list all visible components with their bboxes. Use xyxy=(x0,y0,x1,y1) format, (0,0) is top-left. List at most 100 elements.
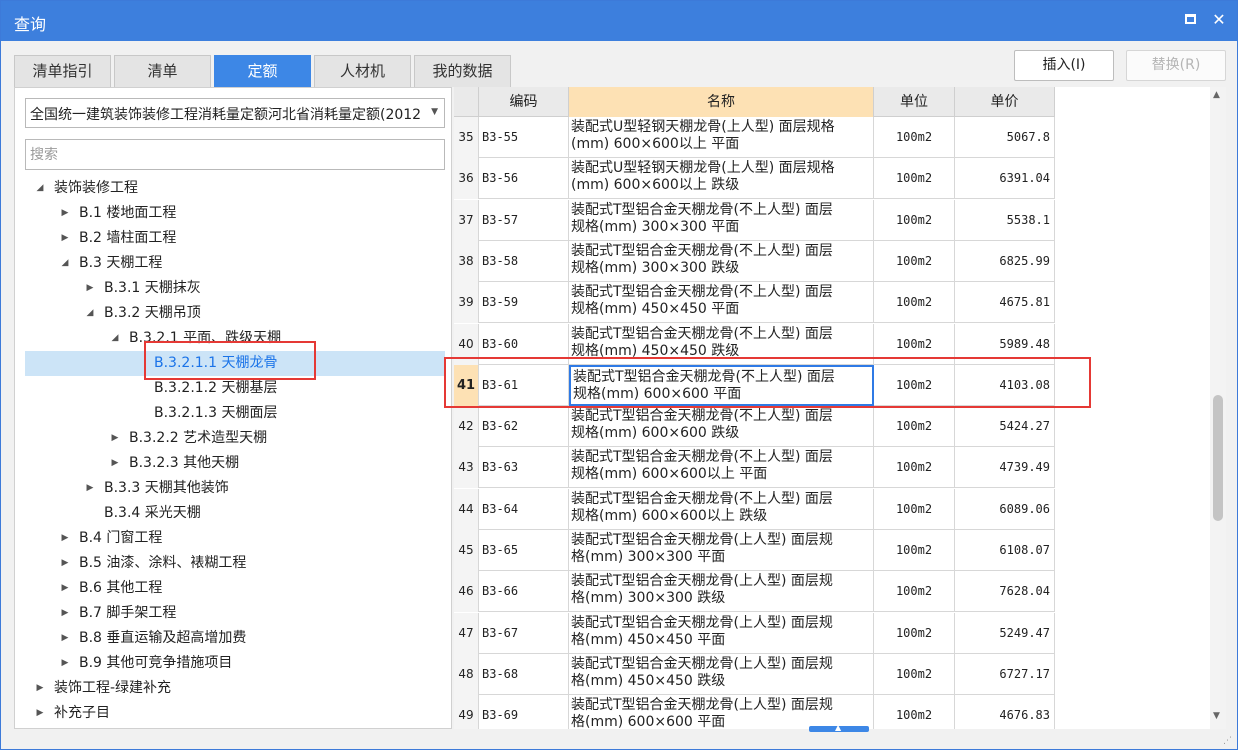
cell-code[interactable]: B3-67 xyxy=(479,612,569,654)
tree-node[interactable]: ▶ B.3.3 天棚其他装饰 xyxy=(25,476,445,501)
cell-code[interactable]: B3-59 xyxy=(479,282,569,324)
expand-arrow-icon[interactable]: ▶ xyxy=(83,476,97,501)
row-index[interactable]: 48 xyxy=(454,653,479,695)
maximize-icon[interactable] xyxy=(1179,9,1201,31)
expand-arrow-icon[interactable]: ▶ xyxy=(83,276,97,301)
cell-unit[interactable]: 100m2 xyxy=(874,406,955,448)
cell-code[interactable]: B3-62 xyxy=(479,406,569,448)
cell-unit[interactable]: 100m2 xyxy=(874,612,955,654)
table-row[interactable]: 48 B3-68 装配式T型铝合金天棚龙骨(上人型) 面层规 格(mm) 450×45… xyxy=(454,653,1055,695)
tree-node[interactable]: ▶ 补充子目 xyxy=(25,701,445,726)
cell-price[interactable]: 5424.27 xyxy=(955,406,1055,448)
tab-materials[interactable]: 人材机 xyxy=(314,55,411,87)
cell-unit[interactable]: 100m2 xyxy=(874,364,955,406)
row-index[interactable]: 40 xyxy=(454,323,479,365)
cell-name[interactable]: 装配式T型铝合金天棚龙骨(上人型) 面层规 格(mm) 600×600 平面 xyxy=(569,695,874,729)
row-index[interactable]: 39 xyxy=(454,282,479,324)
collapse-arrow-icon[interactable]: ◢ xyxy=(58,251,72,276)
cell-unit[interactable]: 100m2 xyxy=(874,653,955,695)
tab-quota[interactable]: 定额 xyxy=(214,55,311,87)
cell-unit[interactable]: 100m2 xyxy=(874,571,955,613)
vertical-scrollbar[interactable]: ▲ ▼ xyxy=(1210,87,1226,729)
cell-price[interactable]: 7628.04 xyxy=(955,571,1055,613)
table-row[interactable]: 46 B3-66 装配式T型铝合金天棚龙骨(上人型) 面层规 格(mm) 300×30… xyxy=(454,571,1055,613)
expand-arrow-icon[interactable]: ▶ xyxy=(108,451,122,476)
cell-name[interactable]: 装配式T型铝合金天棚龙骨(上人型) 面层规 格(mm) 450×450 跌级 xyxy=(569,653,874,695)
row-index[interactable]: 41 xyxy=(454,364,479,406)
row-index[interactable]: 35 xyxy=(454,117,479,158)
row-index[interactable]: 37 xyxy=(454,199,479,241)
tree-node[interactable]: B.3.4 采光天棚 xyxy=(25,501,445,526)
cell-unit[interactable]: 100m2 xyxy=(874,282,955,324)
scroll-up-icon[interactable]: ▲ xyxy=(1213,90,1220,100)
tree-node[interactable]: ▶ 装饰工程-绿建补充 xyxy=(25,676,445,701)
tree-node[interactable]: B.3.2.1.1 天棚龙骨 xyxy=(25,351,445,376)
tree-node[interactable]: ◢ B.3 天棚工程 xyxy=(25,251,445,276)
tab-bill[interactable]: 清单 xyxy=(114,55,211,87)
cell-name[interactable]: 装配式U型轻钢天棚龙骨(上人型) 面层规格 (mm) 600×600以上 平面 xyxy=(569,117,874,158)
cell-unit[interactable]: 100m2 xyxy=(874,323,955,365)
cell-unit[interactable]: 100m2 xyxy=(874,240,955,282)
cell-price[interactable]: 5249.47 xyxy=(955,612,1055,654)
cell-price[interactable]: 6108.07 xyxy=(955,530,1055,571)
header-code[interactable]: 编码 xyxy=(479,87,569,117)
cell-price[interactable]: 4676.83 xyxy=(955,695,1055,729)
collapse-arrow-icon[interactable]: ◢ xyxy=(33,176,47,201)
table-row[interactable]: 43 B3-63 装配式T型铝合金天棚龙骨(不上人型) 面层 规格(mm) 600×6… xyxy=(454,447,1055,489)
title-bar[interactable]: 查询 ✕ xyxy=(1,1,1237,41)
cell-name[interactable]: 装配式T型铝合金天棚龙骨(上人型) 面层规 格(mm) 300×300 平面 xyxy=(569,530,874,571)
cell-unit[interactable]: 100m2 xyxy=(874,530,955,571)
tab-bill-guide[interactable]: 清单指引 xyxy=(14,55,111,87)
expand-arrow-icon[interactable]: ▶ xyxy=(58,626,72,651)
cell-unit[interactable]: 100m2 xyxy=(874,117,955,158)
expand-arrow-icon[interactable]: ▶ xyxy=(58,526,72,551)
cell-name[interactable]: 装配式T型铝合金天棚龙骨(上人型) 面层规 格(mm) 300×300 跌级 xyxy=(569,571,874,613)
cell-price[interactable]: 4675.81 xyxy=(955,282,1055,324)
tree-node[interactable]: ▶ B.6 其他工程 xyxy=(25,576,445,601)
cell-name[interactable]: 装配式T型铝合金天棚龙骨(不上人型) 面层 规格(mm) 300×300 跌级 xyxy=(569,240,874,282)
cell-name[interactable]: 装配式T型铝合金天棚龙骨(不上人型) 面层 规格(mm) 450×450 平面 xyxy=(569,282,874,324)
cell-name[interactable]: 装配式T型铝合金天棚龙骨(不上人型) 面层 规格(mm) 600×600 跌级 xyxy=(569,406,874,448)
tree-node[interactable]: B.3.2.1.2 天棚基层 xyxy=(25,376,445,401)
expand-arrow-icon[interactable]: ▶ xyxy=(33,676,47,701)
cell-price[interactable]: 5989.48 xyxy=(955,323,1055,365)
expand-arrow-icon[interactable]: ▶ xyxy=(58,201,72,226)
table-row[interactable]: 36 B3-56 装配式U型轻钢天棚龙骨(上人型) 面层规格 (mm) 600×600… xyxy=(454,158,1055,200)
cell-code[interactable]: B3-58 xyxy=(479,240,569,282)
resize-grip-icon[interactable]: ⋰ xyxy=(1223,736,1235,748)
table-row[interactable]: 38 B3-58 装配式T型铝合金天棚龙骨(不上人型) 面层 规格(mm) 300×3… xyxy=(454,240,1055,282)
cell-code[interactable]: B3-63 xyxy=(479,447,569,489)
row-index[interactable]: 46 xyxy=(454,571,479,613)
row-index[interactable]: 44 xyxy=(454,488,479,530)
row-index[interactable]: 38 xyxy=(454,240,479,282)
library-select[interactable]: 全国统一建筑装饰装修工程消耗量定额河北省消耗量定额(2012) ▼ xyxy=(25,98,445,128)
cell-code[interactable]: B3-66 xyxy=(479,571,569,613)
row-index[interactable]: 45 xyxy=(454,530,479,571)
table-row[interactable]: 42 B3-62 装配式T型铝合金天棚龙骨(不上人型) 面层 规格(mm) 600×6… xyxy=(454,406,1055,448)
table-row[interactable]: 47 B3-67 装配式T型铝合金天棚龙骨(上人型) 面层规 格(mm) 450×45… xyxy=(454,612,1055,654)
table-row[interactable]: 44 B3-64 装配式T型铝合金天棚龙骨(不上人型) 面层 规格(mm) 600×6… xyxy=(454,488,1055,530)
cell-price[interactable]: 5067.8 xyxy=(955,117,1055,158)
cell-unit[interactable]: 100m2 xyxy=(874,488,955,530)
table-row[interactable]: 37 B3-57 装配式T型铝合金天棚龙骨(不上人型) 面层 规格(mm) 300×3… xyxy=(454,199,1055,241)
replace-button[interactable]: 替换(R) xyxy=(1126,50,1226,81)
tab-my-data[interactable]: 我的数据 xyxy=(414,55,511,87)
cell-code[interactable]: B3-64 xyxy=(479,488,569,530)
expand-arrow-icon[interactable]: ▶ xyxy=(58,226,72,251)
collapse-arrow-icon[interactable]: ◢ xyxy=(83,301,97,326)
row-index[interactable]: 36 xyxy=(454,158,479,200)
close-icon[interactable]: ✕ xyxy=(1208,9,1230,31)
table-row[interactable]: 45 B3-65 装配式T型铝合金天棚龙骨(上人型) 面层规 格(mm) 300×30… xyxy=(454,530,1055,571)
cell-code[interactable]: B3-60 xyxy=(479,323,569,365)
cell-code[interactable]: B3-61 xyxy=(479,364,569,406)
cell-name[interactable]: 装配式T型铝合金天棚龙骨(不上人型) 面层 规格(mm) 600×600以上 平面 xyxy=(569,447,874,489)
expand-arrow-icon[interactable]: ▶ xyxy=(58,551,72,576)
tree-node[interactable]: ◢ B.3.2 天棚吊顶 xyxy=(25,301,445,326)
tree-node[interactable]: ◢ B.3.2.1 平面、跌级天棚 xyxy=(25,326,445,351)
cell-name[interactable]: 装配式U型轻钢天棚龙骨(上人型) 面层规格 (mm) 600×600以上 跌级 xyxy=(569,158,874,200)
row-index[interactable]: 42 xyxy=(454,406,479,448)
expand-arrow-icon[interactable]: ▶ xyxy=(58,576,72,601)
scroll-down-icon[interactable]: ▼ xyxy=(1213,711,1220,721)
table-row[interactable]: 39 B3-59 装配式T型铝合金天棚龙骨(不上人型) 面层 规格(mm) 450×4… xyxy=(454,282,1055,324)
tree-node[interactable]: B.3.2.1.3 天棚面层 xyxy=(25,401,445,426)
